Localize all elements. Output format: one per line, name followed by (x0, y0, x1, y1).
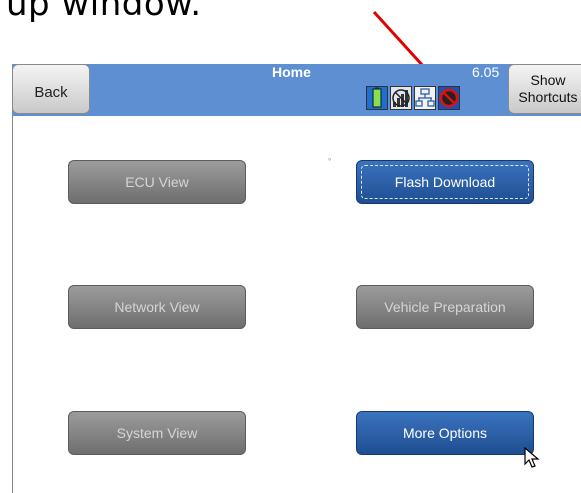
system-view-button[interactable]: System View (68, 411, 246, 455)
flash-download-button[interactable]: Flash Download (356, 160, 534, 204)
caption-text: up window. (6, 0, 202, 24)
network-icon[interactable] (414, 86, 436, 110)
show-shortcuts-button[interactable]: Show Shortcuts (508, 64, 581, 114)
ecu-view-button[interactable]: ECU View (68, 160, 246, 204)
page-title: Home (272, 64, 311, 80)
stray-mark: ◦ (328, 154, 332, 164)
network-view-button[interactable]: Network View (68, 285, 246, 329)
show-shortcuts-label: Show Shortcuts (518, 72, 578, 105)
flash-download-label: Flash Download (394, 174, 496, 190)
battery-icon[interactable] (366, 86, 388, 110)
back-button[interactable]: Back (12, 64, 90, 114)
signal-icon[interactable] (390, 86, 412, 110)
vehicle-preparation-button[interactable]: Vehicle Preparation (356, 285, 534, 329)
more-options-button[interactable]: More Options (356, 411, 534, 455)
mouse-cursor-icon (524, 447, 540, 468)
status-icons (366, 86, 460, 112)
blocked-icon[interactable] (438, 86, 460, 110)
version-label: 6.05 (472, 64, 500, 80)
